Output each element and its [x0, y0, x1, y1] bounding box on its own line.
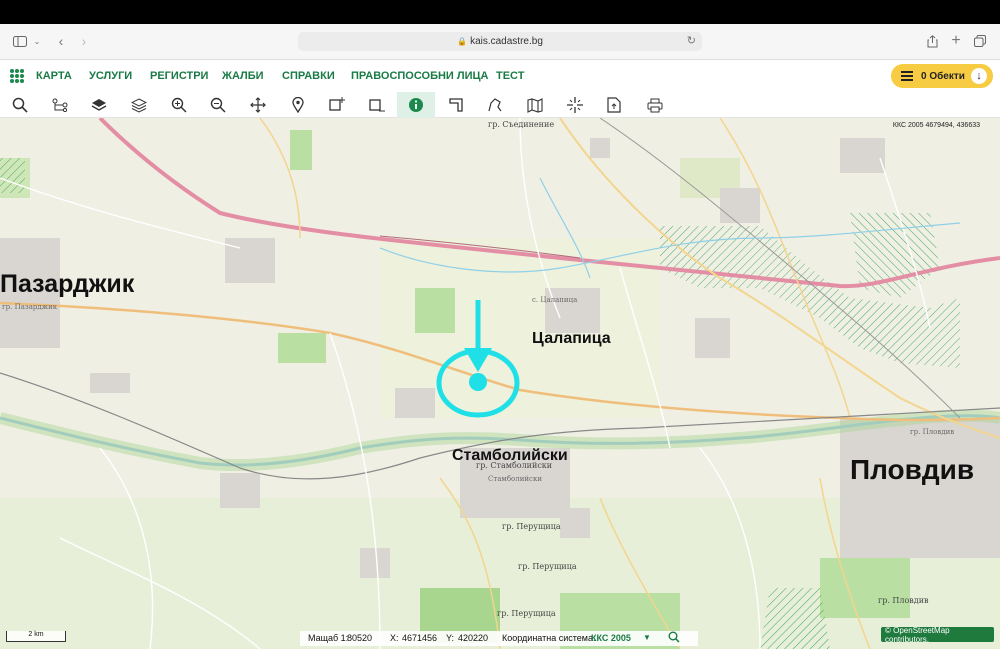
label-perushtitsa-2: гр. Перущица	[518, 562, 577, 571]
chevron-down-icon[interactable]: ⌄	[32, 32, 42, 50]
measure-icon[interactable]	[476, 92, 514, 118]
select-rect-minus-icon[interactable]	[358, 92, 396, 118]
scale-value: 80520	[347, 633, 373, 643]
top-black-bar	[0, 0, 1000, 24]
nav-item-spravki[interactable]: СПРАВКИ	[282, 70, 335, 82]
browser-toolbar: ⌄ ‹ › 🔒 kais.cadastre.bg ↻ +	[0, 24, 1000, 60]
forward-icon[interactable]: ›	[77, 32, 91, 50]
nav-item-karta[interactable]: КАРТА	[36, 70, 72, 82]
app-window: ⌄ ‹ › 🔒 kais.cadastre.bg ↻ + КАРТА УСЛУГ…	[0, 0, 1000, 649]
label-stamboliyski-town2: Стамболийски	[488, 475, 543, 483]
label-tsalapitsa: Цалапица	[532, 330, 611, 347]
crs-dropdown-icon[interactable]: ▼	[643, 633, 651, 642]
label-pazardzhik: Пазарджик	[0, 270, 135, 298]
objects-button[interactable]: 0 Обекти ↓	[891, 64, 993, 88]
label-plovdiv-town: гр. Пловдив	[878, 596, 929, 605]
nav-item-pravosposobni-litsa[interactable]: ПРАВОСПОСОБНИ ЛИЦА	[351, 70, 489, 82]
crs-search-icon[interactable]	[668, 631, 680, 645]
reload-icon[interactable]: ↻	[687, 34, 696, 47]
label-perushtitsa-3: гр. Перущица	[497, 609, 556, 618]
lock-icon: 🔒	[457, 37, 468, 46]
label-perushtitsa-1: гр. Перущица	[502, 522, 561, 531]
y-value: 420220	[458, 633, 489, 643]
osm-attribution[interactable]: © OpenStreetMap contributors.	[881, 625, 994, 644]
sidebar-toggle-icon[interactable]	[12, 32, 28, 50]
new-tab-icon[interactable]: +	[949, 32, 963, 50]
status-bar: Мащаб 1: 80520 X: 4671456 Y: 420220 Коор…	[300, 631, 698, 646]
main-navigation: КАРТА УСЛУГИ РЕГИСТРИ ЖАЛБИ СПРАВКИ ПРАВ…	[0, 60, 1000, 92]
pan-icon[interactable]	[239, 92, 277, 118]
nav-item-registri[interactable]: РЕГИСТРИ	[150, 70, 208, 82]
x-value: 4671456	[402, 633, 438, 643]
scale-bar: 2 km	[6, 631, 66, 642]
map-toolbar	[0, 92, 1000, 118]
label-tsalapitsa-village: с. Цалапица	[532, 296, 578, 304]
layers-icon[interactable]	[120, 92, 158, 118]
crosshair-icon[interactable]	[556, 92, 594, 118]
crs-select[interactable]: ККС 2005	[591, 633, 631, 643]
label-plovdiv-town2: гр. Пловдив	[910, 428, 955, 436]
label-saedinenie: гр. Съединение	[488, 120, 555, 129]
share-icon[interactable]	[925, 32, 939, 50]
layers-filled-icon[interactable]	[80, 92, 118, 118]
back-icon[interactable]: ‹	[54, 32, 68, 50]
tree-icon[interactable]	[41, 92, 79, 118]
map-canvas[interactable]: ККС 2005 4679494, 436633 гр. Съединение …	[0, 118, 1000, 649]
label-stamboliyski: Стамболийски	[452, 447, 568, 464]
scale-label: Мащаб 1:	[308, 633, 349, 643]
nav-item-test[interactable]: ТЕСТ	[496, 70, 524, 82]
location-marker	[436, 300, 520, 418]
url-text: kais.cadastre.bg	[470, 36, 543, 47]
crs-label: Координатна система:	[502, 633, 596, 643]
select-rect-plus-icon[interactable]	[318, 92, 356, 118]
corner-coordinates: ККС 2005 4679494, 436633	[892, 122, 980, 129]
arrow-down-icon: ↓	[971, 68, 987, 84]
nav-item-uslugi[interactable]: УСЛУГИ	[89, 70, 132, 82]
tabs-overview-icon[interactable]	[973, 32, 987, 50]
export-icon[interactable]	[595, 92, 633, 118]
pin-icon[interactable]	[279, 92, 317, 118]
label-pazardzhik-town: гр. Пазарджик	[2, 303, 58, 311]
zoom-in-icon[interactable]	[160, 92, 198, 118]
zoom-out-icon[interactable]	[199, 92, 237, 118]
label-plovdiv: Пловдив	[850, 454, 975, 485]
search-icon[interactable]	[1, 92, 39, 118]
address-bar[interactable]: 🔒 kais.cadastre.bg ↻	[298, 32, 702, 51]
info-icon[interactable]	[397, 92, 435, 118]
map-icon[interactable]	[516, 92, 554, 118]
hamburger-icon	[901, 71, 913, 81]
nav-item-zhalbi[interactable]: ЖАЛБИ	[222, 70, 264, 82]
area-icon[interactable]	[437, 92, 475, 118]
y-label: Y:	[446, 633, 455, 643]
print-icon[interactable]	[636, 92, 674, 118]
x-label: X:	[390, 633, 399, 643]
osm-credit-text: © OpenStreetMap contributors.	[885, 625, 950, 644]
apps-grid-icon[interactable]	[10, 69, 24, 83]
objects-count: 0 Обекти	[921, 70, 965, 82]
